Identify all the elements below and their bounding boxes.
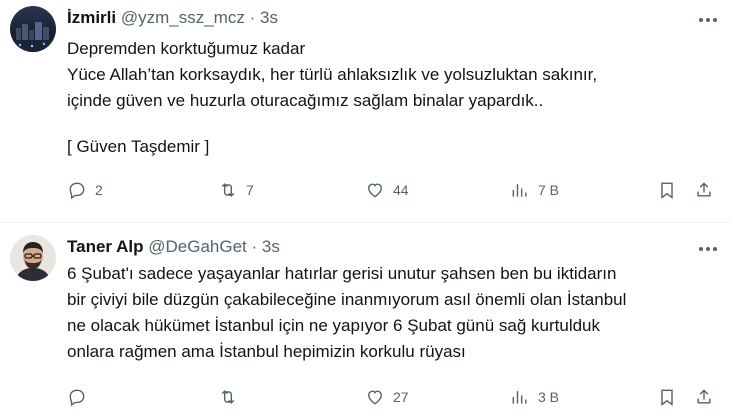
avatar[interactable] [10, 235, 56, 281]
views-icon [512, 184, 527, 197]
repost-button[interactable]: 7 [218, 178, 254, 202]
share-button[interactable] [694, 385, 714, 409]
user-handle[interactable]: @yzm_ssz_mcz [121, 8, 245, 27]
repost-icon [221, 183, 235, 197]
repost-button[interactable] [218, 385, 246, 409]
tweet-line: bir çiviyi bile düzgün çakabileceğine in… [67, 290, 627, 309]
like-icon [368, 390, 382, 405]
separator: · [251, 237, 258, 256]
views-count: 7 B [538, 182, 560, 198]
views-button[interactable]: 7 B [510, 178, 559, 202]
share-button[interactable] [694, 178, 714, 202]
views-count: 3 B [538, 389, 560, 405]
share-icon [697, 182, 711, 197]
tweet-header: İzmirli @yzm_ssz_mcz · 3s [67, 8, 278, 28]
bookmark-button[interactable] [657, 385, 677, 409]
repost-icon [221, 390, 235, 404]
bookmark-button[interactable] [657, 178, 677, 202]
reply-icon [69, 389, 85, 407]
like-button[interactable]: 44 [365, 178, 409, 202]
share-icon [697, 389, 711, 404]
separator: · [249, 8, 256, 27]
like-count: 27 [393, 389, 409, 405]
tweet[interactable]: Taner Alp @DeGahGet · 3s 6 Şubat'ı sadec… [0, 223, 730, 420]
reply-count: 2 [95, 182, 103, 198]
timestamp[interactable]: 3s [262, 237, 280, 256]
tweet-text: 6 Şubat'ı sadece yaşayanlar hatırlar ger… [67, 261, 710, 365]
tweet[interactable]: İzmirli @yzm_ssz_mcz · 3s Depremden kork… [0, 0, 730, 223]
tweet-line: ne olacak hükümet İstanbul için ne yapıy… [67, 316, 601, 335]
more-icon[interactable] [696, 10, 720, 30]
like-button[interactable]: 27 [365, 385, 409, 409]
bookmark-icon [661, 389, 673, 406]
tweet-line: [ Güven Taşdemir ] [67, 137, 210, 156]
tweet-line: Depremden korktuğumuz kadar [67, 39, 306, 58]
like-icon [368, 183, 382, 198]
avatar[interactable] [10, 6, 56, 52]
action-bar: 2 7 44 7 B [67, 178, 717, 202]
user-handle[interactable]: @DeGahGet [148, 237, 247, 256]
tweet-line: içinde güven ve huzurla oturacağımız sağ… [67, 91, 544, 110]
bookmark-icon [661, 182, 673, 199]
display-name[interactable]: Taner Alp [67, 237, 144, 256]
repost-count: 7 [246, 182, 254, 198]
like-count: 44 [393, 182, 409, 198]
timestamp[interactable]: 3s [260, 8, 278, 27]
tweet-header: Taner Alp @DeGahGet · 3s [67, 237, 280, 257]
reply-icon [69, 182, 85, 200]
tweet-line: onlara rağmen ama İstanbul hepimizin kor… [67, 342, 466, 361]
reply-button[interactable] [67, 385, 95, 409]
views-icon [512, 391, 527, 404]
reply-button[interactable]: 2 [67, 178, 103, 202]
more-icon[interactable] [696, 239, 720, 259]
tweet-line: Yüce Allah’tan korksaydık, her türlü ahl… [67, 65, 598, 84]
display-name[interactable]: İzmirli [67, 8, 116, 27]
tweet-line: 6 Şubat'ı sadece yaşayanlar hatırlar ger… [67, 264, 617, 283]
views-button[interactable]: 3 B [510, 385, 559, 409]
action-bar: 27 3 B [67, 385, 717, 409]
tweet-text: Depremden korktuğumuz kadar Yüce Allah’t… [67, 36, 710, 160]
